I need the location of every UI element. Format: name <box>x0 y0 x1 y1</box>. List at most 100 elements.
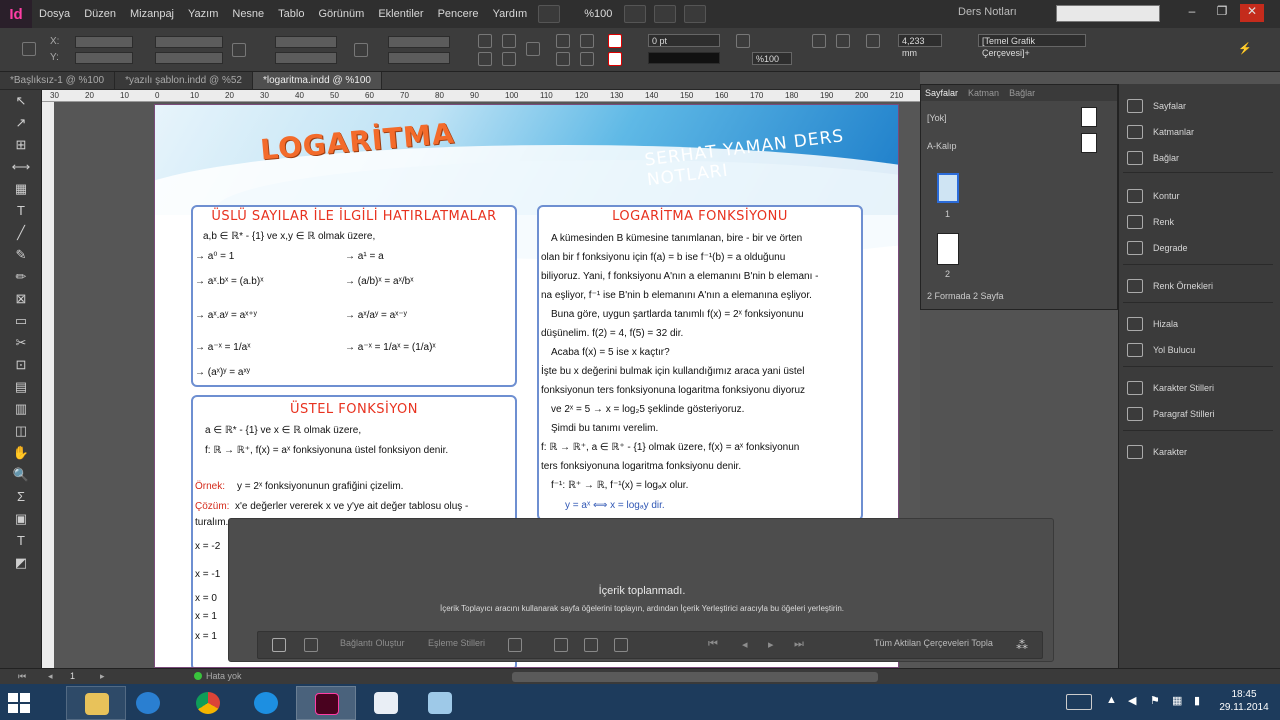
master-a[interactable]: A-Kalıp <box>927 141 957 151</box>
power-icon[interactable]: ▮ <box>1194 694 1200 707</box>
view-options-button[interactable] <box>624 5 647 23</box>
tool-11-icon[interactable]: ✂ <box>0 332 42 354</box>
taskbar-chrome[interactable] <box>178 686 238 720</box>
dock-item-gradient[interactable]: Degrade <box>1127 238 1188 258</box>
volume-icon[interactable]: ◀ <box>1128 694 1136 707</box>
tab-document-2[interactable]: *yazılı şablon.indd @ %52 <box>115 72 253 89</box>
show-hidden-icons[interactable]: ▲ <box>1106 694 1117 706</box>
tab-katman[interactable]: Katman <box>968 88 999 98</box>
map-styles-checkbox[interactable]: Eşleme Stilleri <box>428 638 485 648</box>
dock-item-swatches[interactable]: Renk Örnekleri <box>1127 276 1213 296</box>
tab-sayfalar[interactable]: Sayfalar <box>925 88 958 98</box>
stroke-weight-field[interactable]: 0 pt <box>648 34 720 47</box>
maximize-button[interactable]: ❐ <box>1210 4 1234 22</box>
auto-fit-icon[interactable] <box>866 34 880 48</box>
tool-9-icon[interactable]: ⊠ <box>0 288 42 310</box>
search-input[interactable] <box>1056 5 1160 22</box>
dock-item-character-styles[interactable]: Karakter Stilleri <box>1127 378 1214 398</box>
workspace-switcher[interactable]: Ders Notları <box>958 6 1017 18</box>
dock-item-paragraph-styles[interactable]: Paragraf Stilleri <box>1127 404 1215 424</box>
collector-tool-icon[interactable] <box>272 638 286 652</box>
page-number-field[interactable]: 1 <box>70 671 75 681</box>
stroke-type-select[interactable] <box>648 52 720 64</box>
corner-options-icon[interactable] <box>736 34 750 48</box>
shear-field[interactable] <box>388 52 450 64</box>
bridge-button[interactable] <box>538 5 561 23</box>
nav-last-icon[interactable]: ⏭ <box>794 638 804 651</box>
load-conveyor-icon[interactable]: ⁂ <box>1016 638 1028 652</box>
edit-mapping-icon[interactable] <box>508 638 522 652</box>
menu-gorunum[interactable]: Görünüm <box>311 8 371 20</box>
tool-6-icon[interactable]: ╱ <box>0 222 42 244</box>
nav-prev-icon[interactable]: ◂ <box>742 638 748 651</box>
select-previous-icon[interactable] <box>556 52 570 66</box>
taskbar-explorer[interactable] <box>66 686 126 720</box>
tool-0-icon[interactable]: ↖ <box>0 90 42 112</box>
dock-item-layers[interactable]: Katmanlar <box>1127 122 1194 142</box>
tool-17-icon[interactable]: 🔍 <box>0 464 42 486</box>
tool-21-icon[interactable]: ◩ <box>0 552 42 574</box>
place-option-icon[interactable] <box>554 638 568 652</box>
menu-dosya[interactable]: Dosya <box>32 8 77 20</box>
tab-document-1[interactable]: *Başlıksız-1 @ %100 <box>0 72 116 89</box>
taskbar-app[interactable] <box>118 686 178 720</box>
taskbar-clock[interactable]: 18:45 29.11.2014 <box>1214 688 1274 714</box>
lightning-icon[interactable]: ⚡ <box>1238 42 1252 56</box>
horizontal-ruler[interactable]: 30 20 10 0 10 20 30 40 50 60 70 80 90 100 110 120 130 140… <box>42 90 920 102</box>
master-none-thumb[interactable] <box>1081 107 1097 127</box>
tab-document-3[interactable]: *logaritma.indd @ %100 <box>252 72 382 89</box>
placer-tool-icon[interactable] <box>304 638 318 652</box>
text-frame-icon[interactable] <box>526 42 540 56</box>
tool-12-icon[interactable]: ⊡ <box>0 354 42 376</box>
tool-13-icon[interactable]: ▤ <box>0 376 42 398</box>
nav-next-icon[interactable]: ▸ <box>768 638 774 651</box>
taskbar-app[interactable] <box>410 686 470 720</box>
place-option-icon[interactable] <box>614 638 628 652</box>
menu-yazim[interactable]: Yazım <box>181 8 225 20</box>
select-next-icon[interactable] <box>580 52 594 66</box>
master-a-thumb[interactable] <box>1081 133 1097 153</box>
select-container-icon[interactable] <box>556 34 570 48</box>
fill-swatch[interactable] <box>608 34 622 48</box>
rotate-field[interactable] <box>388 36 450 48</box>
tool-1-icon[interactable]: ↗ <box>0 112 42 134</box>
tab-baglar[interactable]: Bağlar <box>1009 88 1035 98</box>
menu-mizanpaj[interactable]: Mizanpaj <box>123 8 181 20</box>
tool-20-icon[interactable]: T <box>0 530 42 552</box>
link-icon[interactable] <box>354 43 368 57</box>
constrain-proportions-icon[interactable] <box>232 43 246 57</box>
preflight-status[interactable]: Hata yok <box>206 671 242 681</box>
tool-15-icon[interactable]: ◫ <box>0 420 42 442</box>
create-link-checkbox[interactable]: Bağlantı Oluştur <box>340 638 405 648</box>
fx-icon[interactable] <box>836 34 850 48</box>
tool-10-icon[interactable]: ▭ <box>0 310 42 332</box>
keyboard-icon[interactable] <box>1066 694 1092 710</box>
dock-item-color[interactable]: Renk <box>1127 212 1174 232</box>
tool-19-icon[interactable]: ▣ <box>0 508 42 530</box>
collect-all-threaded-frames-checkbox[interactable]: Tüm Aktilan Çerçeveleri Topla <box>874 638 993 648</box>
y-field[interactable] <box>75 52 133 64</box>
flag-icon[interactable]: ⚑ <box>1150 694 1160 707</box>
scale-y-field[interactable] <box>275 52 337 64</box>
dock-item-character[interactable]: Karakter <box>1127 442 1187 462</box>
page-thumb[interactable] <box>937 233 959 265</box>
network-icon[interactable]: ▦ <box>1172 694 1182 707</box>
menu-pencere[interactable]: Pencere <box>431 8 486 20</box>
horizontal-scrollbar[interactable] <box>512 672 878 682</box>
menu-nesne[interactable]: Nesne <box>225 8 271 20</box>
screen-mode-button[interactable] <box>654 5 677 23</box>
minimize-button[interactable]: – <box>1180 4 1204 22</box>
menu-yardim[interactable]: Yardım <box>486 8 535 20</box>
windows-start-icon[interactable] <box>8 693 32 713</box>
tool-8-icon[interactable]: ✏ <box>0 266 42 288</box>
tool-4-icon[interactable]: ▦ <box>0 178 42 200</box>
select-content-icon[interactable] <box>580 34 594 48</box>
taskbar-ie[interactable] <box>236 686 296 720</box>
dock-item-stroke[interactable]: Kontur <box>1127 186 1180 206</box>
taskbar-app[interactable] <box>356 686 416 720</box>
zoom-level[interactable]: %100 <box>576 8 620 20</box>
close-button[interactable]: ✕ <box>1240 4 1264 22</box>
frame-style-select[interactable]: [Temel Grafik Çerçevesi]+ <box>978 34 1086 58</box>
dock-item-links[interactable]: Bağlar <box>1127 148 1179 168</box>
rotate-ccw-icon[interactable] <box>502 34 516 48</box>
